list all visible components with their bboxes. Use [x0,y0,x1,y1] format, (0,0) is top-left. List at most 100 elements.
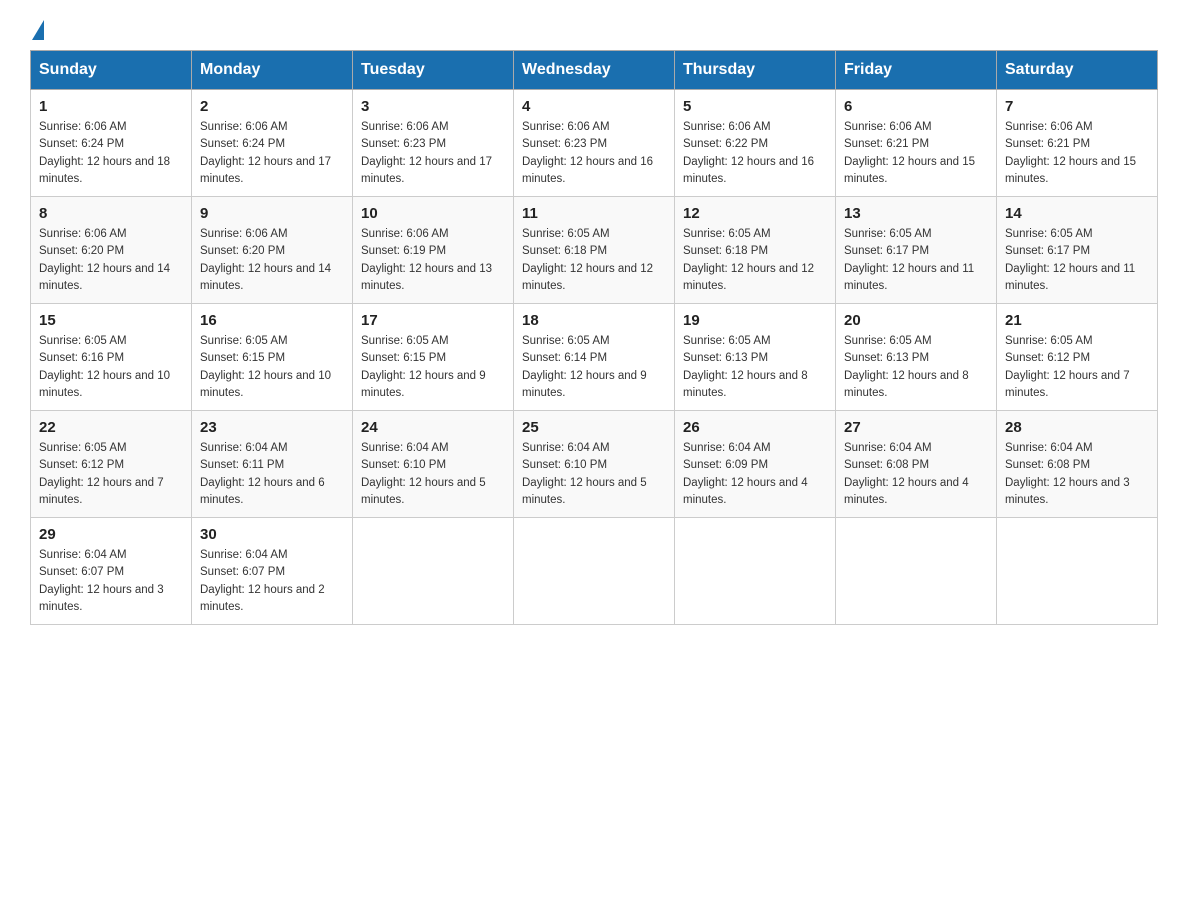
page-header [30,20,1158,40]
calendar-cell: 13Sunrise: 6:05 AMSunset: 6:17 PMDayligh… [836,197,997,304]
day-info: Sunrise: 6:06 AMSunset: 6:19 PMDaylight:… [361,226,505,295]
calendar-cell: 4 Sunrise: 6:06 AMSunset: 6:23 PMDaylight… [514,90,675,197]
calendar-cell [353,518,514,625]
calendar-cell: 30 Sunrise: 6:04 AMSunset: 6:07 PMDayligh… [192,518,353,625]
day-info: Sunrise: 6:06 AMSunset: 6:23 PMDaylight:… [522,119,666,188]
calendar-cell: 22Sunrise: 6:05 AMSunset: 6:12 PMDayligh… [31,411,192,518]
day-info: Sunrise: 6:05 AMSunset: 6:15 PMDaylight:… [361,333,505,402]
day-info: Sunrise: 6:04 AMSunset: 6:10 PMDaylight:… [522,440,666,509]
day-info: Sunrise: 6:06 AMSunset: 6:24 PMDaylight:… [200,119,344,188]
day-info: Sunrise: 6:05 AMSunset: 6:17 PMDaylight:… [1005,226,1149,295]
day-number: 25 [522,419,666,436]
calendar-cell: 24 Sunrise: 6:04 AMSunset: 6:10 PMDayligh… [353,411,514,518]
header-saturday: Saturday [997,51,1158,90]
logo-triangle-icon [32,20,44,40]
day-number: 5 [683,98,827,115]
day-number: 4 [522,98,666,115]
calendar-cell: 9Sunrise: 6:06 AMSunset: 6:20 PMDaylight… [192,197,353,304]
calendar-cell: 18 Sunrise: 6:05 AMSunset: 6:14 PMDayligh… [514,304,675,411]
calendar-cell: 2 Sunrise: 6:06 AMSunset: 6:24 PMDaylight… [192,90,353,197]
day-number: 2 [200,98,344,115]
calendar-cell: 14 Sunrise: 6:05 AMSunset: 6:17 PMDayligh… [997,197,1158,304]
header-sunday: Sunday [31,51,192,90]
calendar-cell: 29 Sunrise: 6:04 AMSunset: 6:07 PMDayligh… [31,518,192,625]
header-wednesday: Wednesday [514,51,675,90]
day-info: Sunrise: 6:04 AMSunset: 6:07 PMDaylight:… [39,547,183,616]
day-number: 28 [1005,419,1149,436]
day-info: Sunrise: 6:04 AMSunset: 6:08 PMDaylight:… [1005,440,1149,509]
day-number: 9 [200,205,344,222]
calendar-table: SundayMondayTuesdayWednesdayThursdayFrid… [30,50,1158,625]
day-number: 3 [361,98,505,115]
calendar-week-row: 8 Sunrise: 6:06 AMSunset: 6:20 PMDaylight… [31,197,1158,304]
calendar-cell: 16 Sunrise: 6:05 AMSunset: 6:15 PMDayligh… [192,304,353,411]
header-tuesday: Tuesday [353,51,514,90]
calendar-week-row: 1 Sunrise: 6:06 AMSunset: 6:24 PMDaylight… [31,90,1158,197]
day-info: Sunrise: 6:05 AMSunset: 6:12 PMDaylight:… [1005,333,1149,402]
calendar-cell: 5 Sunrise: 6:06 AMSunset: 6:22 PMDaylight… [675,90,836,197]
calendar-week-row: 15 Sunrise: 6:05 AMSunset: 6:16 PMDayligh… [31,304,1158,411]
day-info: Sunrise: 6:06 AMSunset: 6:21 PMDaylight:… [1005,119,1149,188]
day-info: Sunrise: 6:04 AMSunset: 6:09 PMDaylight:… [683,440,827,509]
day-info: Sunrise: 6:05 AMSunset: 6:17 PMDaylight:… [844,226,988,295]
calendar-cell: 3 Sunrise: 6:06 AMSunset: 6:23 PMDaylight… [353,90,514,197]
day-info: Sunrise: 6:06 AMSunset: 6:20 PMDaylight:… [39,226,183,295]
calendar-cell: 25 Sunrise: 6:04 AMSunset: 6:10 PMDayligh… [514,411,675,518]
header-monday: Monday [192,51,353,90]
day-number: 17 [361,312,505,329]
calendar-cell: 17 Sunrise: 6:05 AMSunset: 6:15 PMDayligh… [353,304,514,411]
day-info: Sunrise: 6:04 AMSunset: 6:10 PMDaylight:… [361,440,505,509]
day-info: Sunrise: 6:04 AMSunset: 6:11 PMDaylight:… [200,440,344,509]
calendar-cell [836,518,997,625]
logo [30,20,44,40]
day-number: 8 [39,205,183,222]
day-number: 11 [522,205,666,222]
day-number: 29 [39,526,183,543]
day-info: Sunrise: 6:05 AMSunset: 6:13 PMDaylight:… [844,333,988,402]
calendar-cell: 15 Sunrise: 6:05 AMSunset: 6:16 PMDayligh… [31,304,192,411]
calendar-cell [675,518,836,625]
calendar-cell: 20 Sunrise: 6:05 AMSunset: 6:13 PMDayligh… [836,304,997,411]
day-info: Sunrise: 6:05 AMSunset: 6:18 PMDaylight:… [522,226,666,295]
day-number: 26 [683,419,827,436]
calendar-cell: 19 Sunrise: 6:05 AMSunset: 6:13 PMDayligh… [675,304,836,411]
day-number: 10 [361,205,505,222]
day-number: 14 [1005,205,1149,222]
day-info: Sunrise: 6:05 AMSunset: 6:14 PMDaylight:… [522,333,666,402]
calendar-header-row: SundayMondayTuesdayWednesdayThursdayFrid… [31,51,1158,90]
day-info: Sunrise: 6:06 AMSunset: 6:21 PMDaylight:… [844,119,988,188]
day-number: 1 [39,98,183,115]
day-number: 19 [683,312,827,329]
day-number: 18 [522,312,666,329]
calendar-week-row: 22Sunrise: 6:05 AMSunset: 6:12 PMDayligh… [31,411,1158,518]
calendar-cell: 26 Sunrise: 6:04 AMSunset: 6:09 PMDayligh… [675,411,836,518]
calendar-body: 1 Sunrise: 6:06 AMSunset: 6:24 PMDaylight… [31,90,1158,625]
calendar-cell: 1Sunrise: 6:06 AMSunset: 6:24 PMDaylight… [31,90,192,197]
day-info: Sunrise: 6:05 AMSunset: 6:13 PMDaylight:… [683,333,827,402]
day-info: Sunrise: 6:05 AMSunset: 6:15 PMDaylight:… [200,333,344,402]
day-info: Sunrise: 6:05 AMSunset: 6:18 PMDaylight:… [683,226,827,295]
day-info: Sunrise: 6:05 AMSunset: 6:16 PMDaylight:… [39,333,183,402]
day-number: 16 [200,312,344,329]
header-friday: Friday [836,51,997,90]
calendar-cell [514,518,675,625]
day-number: 15 [39,312,183,329]
header-thursday: Thursday [675,51,836,90]
day-number: 24 [361,419,505,436]
calendar-cell: 21Sunrise: 6:05 AMSunset: 6:12 PMDayligh… [997,304,1158,411]
calendar-cell: 8 Sunrise: 6:06 AMSunset: 6:20 PMDaylight… [31,197,192,304]
day-number: 22 [39,419,183,436]
calendar-cell: 11 Sunrise: 6:05 AMSunset: 6:18 PMDayligh… [514,197,675,304]
calendar-cell: 12Sunrise: 6:05 AMSunset: 6:18 PMDayligh… [675,197,836,304]
day-info: Sunrise: 6:04 AMSunset: 6:07 PMDaylight:… [200,547,344,616]
calendar-cell [997,518,1158,625]
calendar-cell: 23Sunrise: 6:04 AMSunset: 6:11 PMDayligh… [192,411,353,518]
calendar-week-row: 29 Sunrise: 6:04 AMSunset: 6:07 PMDayligh… [31,518,1158,625]
day-number: 30 [200,526,344,543]
day-number: 27 [844,419,988,436]
day-info: Sunrise: 6:04 AMSunset: 6:08 PMDaylight:… [844,440,988,509]
day-info: Sunrise: 6:06 AMSunset: 6:23 PMDaylight:… [361,119,505,188]
day-info: Sunrise: 6:06 AMSunset: 6:22 PMDaylight:… [683,119,827,188]
calendar-cell: 28 Sunrise: 6:04 AMSunset: 6:08 PMDayligh… [997,411,1158,518]
day-number: 20 [844,312,988,329]
